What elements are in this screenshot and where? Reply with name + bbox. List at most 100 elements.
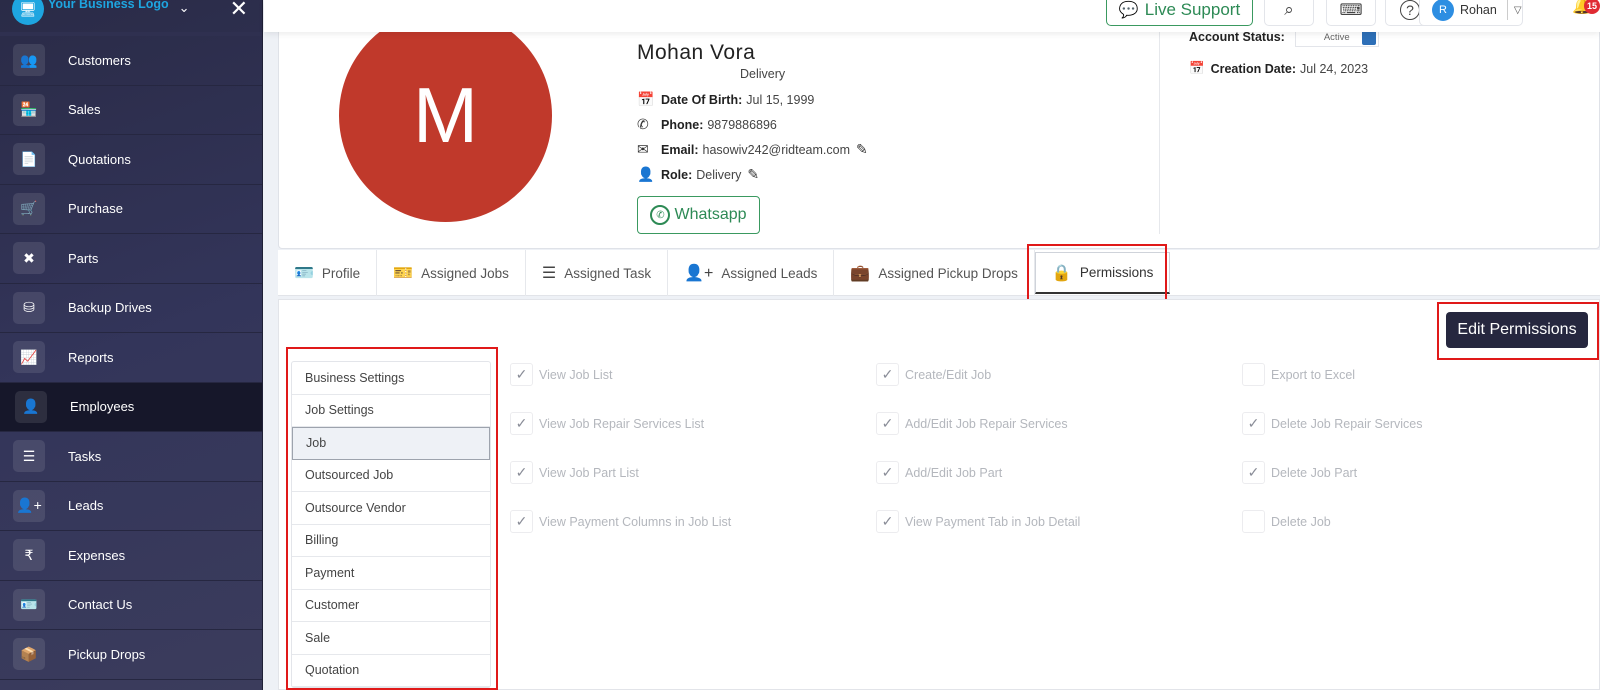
permission-item: Delete Job [1242, 510, 1331, 533]
chart-icon: 📈 [13, 341, 45, 374]
sidebar-item-pickup-drops[interactable]: 📦 Pickup Drops [0, 630, 262, 680]
permission-category-item[interactable]: Payment [292, 557, 490, 590]
permission-item: ✓ Create/Edit Job [876, 363, 991, 386]
notification-badge: 15 [1584, 0, 1600, 14]
tab-profile[interactable]: 🪪 Profile [278, 250, 378, 296]
tab-assigned-jobs[interactable]: 🎫 Assigned Jobs [377, 250, 526, 296]
store-icon: 🏪 [13, 93, 45, 126]
permission-category-item[interactable]: Outsourced Job [292, 460, 490, 492]
role-row: 👤 Role: Delivery ✎ [637, 166, 759, 183]
checkmark-icon: ✓ [515, 415, 528, 431]
permission-checkbox[interactable]: ✓ [1242, 461, 1265, 484]
sidebar-item-parts[interactable]: ✖ Parts [0, 234, 262, 284]
edit-role-icon[interactable]: ✎ [747, 166, 759, 183]
permission-checkbox[interactable]: ✓ [876, 363, 899, 386]
phone-label: Phone: [661, 117, 704, 132]
business-logo-text: Your Business Logo [48, 0, 169, 11]
permission-item: Export to Excel [1242, 363, 1355, 386]
keyboard-icon: ⌨ [1339, 2, 1363, 19]
tools-icon: ✖ [13, 242, 45, 275]
permission-category-item[interactable]: Outsource Vendor [292, 492, 490, 525]
sidebar-item-tasks[interactable]: ☰ Tasks [0, 432, 262, 482]
permission-item: ✓ Add/Edit Job Part [876, 461, 1002, 484]
sidebar-item-customers[interactable]: 👥 Customers [0, 36, 262, 86]
sidebar-item-label: Backup Drives [68, 300, 152, 316]
pickup-icon: 📦 [13, 638, 45, 671]
database-icon: ⛁ [13, 291, 45, 324]
permission-item: ✓ Add/Edit Job Repair Services [876, 412, 1068, 435]
permission-label: Delete Job [1271, 514, 1331, 529]
chevron-down-icon[interactable]: ⌄ [179, 0, 190, 16]
calendar-icon: 📅 [637, 91, 655, 107]
search-icon: ⌕ [1284, 0, 1294, 19]
permission-category-item[interactable]: Sale [292, 622, 490, 655]
permission-item: ✓ View Job List [510, 363, 612, 386]
sidebar-item-quotations[interactable]: 📄 Quotations [0, 135, 262, 185]
permission-checkbox[interactable]: ✓ [510, 412, 533, 435]
permission-label: Create/Edit Job [905, 367, 992, 382]
sidebar-item-contact-us[interactable]: 🪪 Contact Us [0, 581, 262, 630]
permission-item: ✓ Delete Job Part [1242, 461, 1357, 484]
envelope-icon: ✉ [637, 141, 649, 157]
sidebar-item-employees[interactable]: 👤 Employees [0, 382, 262, 432]
sidebar-item-label: Tasks [68, 448, 102, 464]
live-support-button[interactable]: 💬 Live Support [1106, 0, 1253, 26]
permission-category-item[interactable]: Job [292, 427, 490, 460]
divider [1506, 0, 1508, 20]
checkmark-icon: ✓ [515, 464, 528, 480]
permission-category-item[interactable]: Billing [292, 525, 490, 557]
edit-email-icon[interactable]: ✎ [856, 141, 868, 158]
profile-card: M Mohan Vora Delivery 📅 Date Of Birth: J… [278, 9, 1600, 249]
sidebar-item-label: Contact Us [68, 597, 133, 613]
employee-name: Mohan Vora [637, 41, 756, 64]
checkmark-icon: ✓ [881, 415, 894, 431]
tab-assigned-leads[interactable]: 👤+ Assigned Leads [668, 250, 835, 296]
sidebar-item-leads[interactable]: 👤+ Leads [0, 482, 262, 531]
permission-checkbox[interactable] [1242, 363, 1265, 386]
permission-checkbox[interactable] [1242, 510, 1265, 533]
tab-icon: 🔒 [1051, 264, 1072, 282]
permission-checkbox[interactable]: ✓ [1242, 412, 1265, 435]
whatsapp-label: Whatsapp [674, 206, 747, 223]
live-support-label: Live Support [1144, 0, 1241, 19]
sidebar-item-reports[interactable]: 📈 Reports [0, 333, 262, 383]
sidebar-item-label: Reports [68, 349, 114, 365]
sidebar-item-expenses[interactable]: ₹ Expenses [0, 531, 262, 581]
add-user-icon: 👤+ [13, 489, 45, 522]
sidebar-item-sales[interactable]: 🏪 Sales [0, 86, 262, 135]
tab-assigned-pickup-drops[interactable]: 💼 Assigned Pickup Drops [834, 250, 1035, 296]
whatsapp-button[interactable]: ✆ Whatsapp [637, 196, 760, 234]
permission-category-item[interactable]: Job Settings [292, 395, 490, 427]
account-status-value: Active [1323, 31, 1350, 43]
search-button[interactable]: ⌕ [1264, 0, 1314, 26]
checkmark-icon: ✓ [515, 513, 528, 529]
caret-down-icon[interactable]: ▽ [1514, 5, 1522, 16]
employee-avatar: M [339, 9, 552, 222]
permission-checkbox[interactable]: ✓ [510, 461, 533, 484]
permission-checkbox[interactable]: ✓ [876, 412, 899, 435]
tab-assigned-task[interactable]: ☰ Assigned Task [526, 250, 669, 296]
employee-role-subtitle: Delivery [740, 67, 786, 81]
permission-checkbox[interactable]: ✓ [510, 363, 533, 386]
permission-checkbox[interactable]: ✓ [510, 510, 533, 533]
close-icon[interactable]: ✕ [230, 0, 248, 22]
tab-label: Permissions [1079, 265, 1154, 280]
sidebar-item-label: Quotations [68, 151, 131, 167]
tasks-icon: ☰ [13, 440, 45, 473]
tab-label: Assigned Task [564, 265, 652, 281]
tab-permissions[interactable]: 🔒 Permissions [1034, 252, 1171, 294]
keyboard-button[interactable]: ⌨ [1326, 0, 1376, 26]
permission-category-item[interactable]: Quotation [292, 655, 490, 687]
toggle-knob [1361, 30, 1376, 45]
permission-category-item[interactable]: Business Settings [292, 362, 490, 395]
permission-checkbox[interactable]: ✓ [876, 510, 899, 533]
dob-value: Jul 15, 1999 [746, 92, 815, 107]
permission-checkbox[interactable]: ✓ [876, 461, 899, 484]
edit-permissions-button[interactable]: Edit Permissions [1446, 312, 1588, 348]
user-menu[interactable]: R Rohan ▽ [1419, 0, 1523, 26]
permission-category-list: Business Settings Job Settings Job Outsourc… [291, 361, 491, 688]
sidebar-item-backup-drives[interactable]: ⛁ Backup Drives [0, 284, 262, 333]
sidebar-item-purchase[interactable]: 🛒 Purchase [0, 185, 262, 234]
permission-category-item[interactable]: Customer [292, 590, 490, 622]
tab-label: Profile [321, 265, 361, 281]
